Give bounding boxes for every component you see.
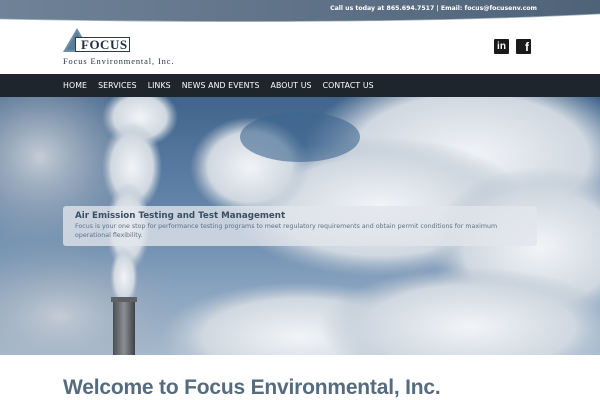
- hero-title: Air Emission Testing and Test Management: [75, 211, 286, 221]
- nav-about-us[interactable]: ABOUT US: [271, 81, 312, 90]
- welcome-heading: Welcome to Focus Environmental, Inc.: [63, 376, 441, 399]
- logo-subtitle: Focus Environmental, Inc.: [63, 57, 175, 66]
- linkedin-icon[interactable]: in: [494, 39, 509, 54]
- nav-links[interactable]: LINKS: [148, 81, 171, 90]
- company-logo[interactable]: FOCUS Focus Environmental, Inc.: [63, 28, 198, 68]
- hero-text: Focus is your one stop for performance t…: [75, 223, 498, 239]
- nav-news-and-events[interactable]: NEWS AND EVENTS: [182, 81, 260, 90]
- main-navigation: HOME SERVICES LINKS NEWS AND EVENTS ABOU…: [0, 74, 600, 97]
- logo-word: FOCUS: [81, 36, 128, 52]
- nav-home[interactable]: HOME: [63, 81, 87, 90]
- contact-info[interactable]: Call us today at 865.694.7517 | Email: f…: [330, 5, 537, 12]
- top-contact-bar: Call us today at 865.694.7517 | Email: f…: [0, 0, 600, 26]
- nav-contact-us[interactable]: CONTACT US: [323, 81, 374, 90]
- facebook-icon[interactable]: f: [516, 39, 531, 54]
- nav-services[interactable]: SERVICES: [98, 81, 137, 90]
- top-wave-shape: [0, 0, 600, 22]
- hero-caption: Air Emission Testing and Test Management…: [63, 206, 537, 246]
- social-links: in f: [494, 39, 531, 54]
